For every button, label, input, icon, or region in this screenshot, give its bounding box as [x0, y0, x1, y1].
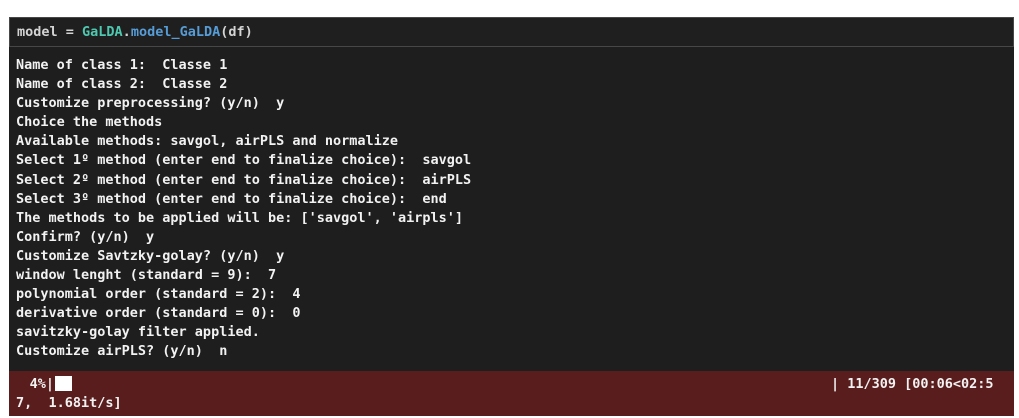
- output-line: Available methods: savgol, airPLS and no…: [16, 133, 399, 150]
- code-operator: =: [57, 24, 83, 40]
- output-line: Customize preprocessing? (y/n) y: [16, 95, 285, 112]
- output-line: Choice the methods: [16, 114, 163, 131]
- code-arguments: (df): [220, 24, 253, 40]
- output-line: The methods to be applied will be: ['sav…: [16, 209, 464, 226]
- output-line: window lenght (standard = 9): 7: [16, 267, 277, 284]
- output-line: Select 2º method (enter end to finalize …: [16, 171, 472, 188]
- progress-bar-fill: [55, 376, 72, 391]
- code-dot: .: [122, 24, 131, 40]
- output-line: Name of class 1: Classe 1: [16, 57, 228, 73]
- cell-output: Name of class 1: Classe 1 Name of class …: [9, 47, 1014, 369]
- code-cell-input[interactable]: model = GaLDA.model_GaLDA(df): [9, 17, 1014, 47]
- output-line: polynomial order (standard = 2): 4: [16, 286, 301, 303]
- notebook-cell: model = GaLDA.model_GaLDA(df) Name of cl…: [9, 17, 1014, 416]
- output-lines: Name of class 1: Classe 1 Name of class …: [16, 56, 471, 362]
- output-line: Select 3º method (enter end to finalize …: [16, 190, 447, 207]
- code-module: GaLDA: [82, 24, 123, 40]
- code-line[interactable]: model = GaLDA.model_GaLDA(df): [17, 24, 253, 40]
- output-line: savitzky-golay filter applied.: [16, 324, 260, 341]
- progress-stats: | 11/309 [00:06<02:5: [831, 376, 994, 392]
- output-line: Select 1º method (enter end to finalize …: [16, 152, 472, 169]
- progress-percent: 4%|: [29, 376, 54, 392]
- progress-bar-row: 4%|: [16, 375, 72, 394]
- progress-output: 4%| | 11/309 [00:06<02:5 7, 1.68it/s]: [9, 371, 1014, 416]
- code-function: model_GaLDA: [130, 24, 221, 40]
- output-line: Name of class 2: Classe 2: [16, 76, 228, 93]
- output-line: Confirm? (y/n) y: [16, 228, 155, 245]
- output-line: derivative order (standard = 0): 0: [16, 305, 301, 322]
- output-line: Customize airPLS? (y/n) n: [16, 343, 228, 360]
- output-line: Customize Savtzky-golay? (y/n) y: [16, 247, 285, 264]
- code-variable: model: [17, 24, 58, 40]
- progress-stats-wrapped: 7, 1.68it/s]: [16, 395, 122, 411]
